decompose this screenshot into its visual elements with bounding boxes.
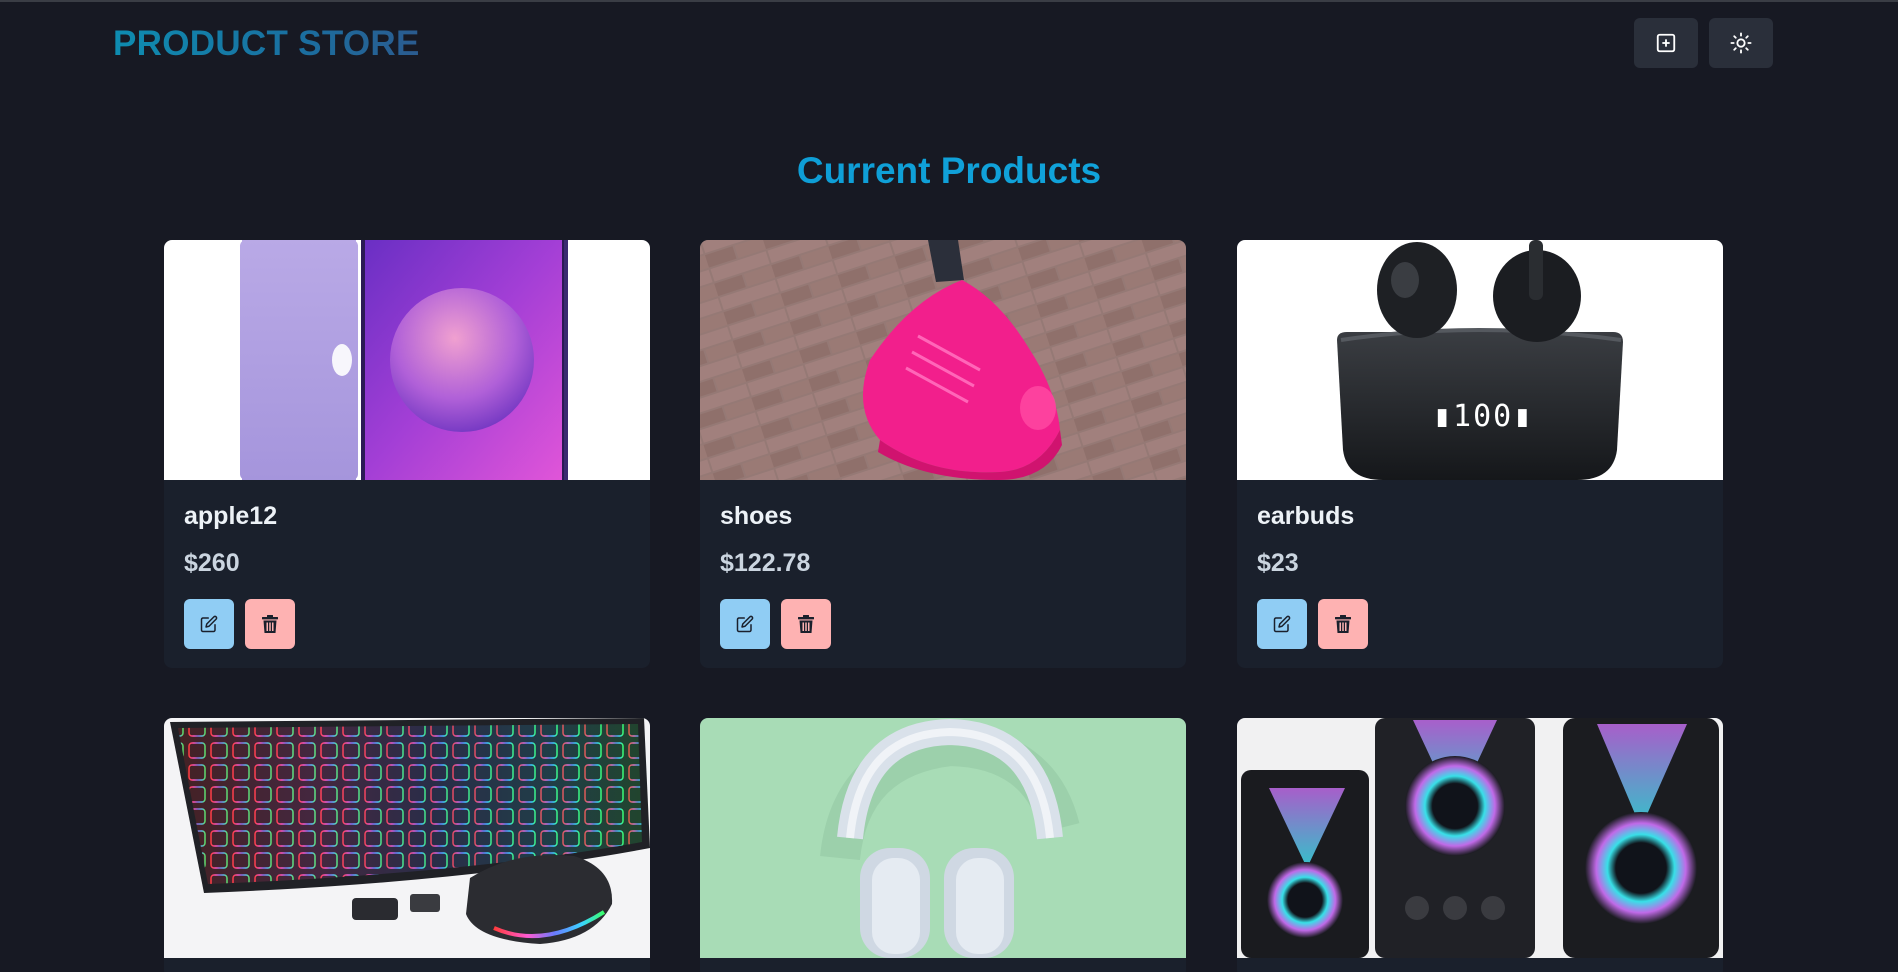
- product-name: apple12: [184, 502, 278, 530]
- product-price: $122.78: [720, 549, 811, 577]
- product-card: shoes $122.78: [700, 240, 1186, 668]
- delete-product-button[interactable]: [781, 599, 831, 649]
- product-card: [700, 718, 1186, 972]
- keyboard-image-icon: [164, 718, 650, 958]
- product-card: apple12 $260: [164, 240, 650, 668]
- product-price: $23: [1257, 549, 1299, 577]
- product-name: earbuds: [1257, 502, 1355, 530]
- edit-icon: [736, 615, 754, 633]
- sun-icon: [1730, 32, 1752, 54]
- edit-icon: [1273, 615, 1291, 633]
- headphones-image-icon: [700, 718, 1186, 958]
- plus-square-icon: [1656, 33, 1676, 53]
- edit-product-button[interactable]: [720, 599, 770, 649]
- page-title: Current Products: [0, 150, 1898, 192]
- product-image: [164, 718, 650, 958]
- product-image: [700, 240, 1186, 480]
- speakers-image-icon: [1237, 718, 1723, 958]
- product-card: [1237, 718, 1723, 972]
- trash-icon: [1335, 615, 1351, 633]
- navbar: PRODUCT STORE: [0, 2, 1898, 86]
- product-card: ▮100▮ earbuds $23: [1237, 240, 1723, 668]
- theme-toggle-button[interactable]: [1709, 18, 1773, 68]
- svg-text:▮100▮: ▮100▮: [1433, 399, 1533, 434]
- product-name: shoes: [720, 502, 793, 530]
- phone-image-icon: [164, 240, 650, 480]
- product-image: ▮100▮: [1237, 240, 1723, 480]
- delete-product-button[interactable]: [245, 599, 295, 649]
- edit-icon: [200, 615, 218, 633]
- edit-product-button[interactable]: [184, 599, 234, 649]
- product-image: [164, 240, 650, 480]
- edit-product-button[interactable]: [1257, 599, 1307, 649]
- add-product-button[interactable]: [1634, 18, 1698, 68]
- earbuds-image-icon: ▮100▮: [1237, 240, 1723, 480]
- trash-icon: [798, 615, 814, 633]
- product-price: $260: [184, 549, 240, 577]
- trash-icon: [262, 615, 278, 633]
- product-card: [164, 718, 650, 972]
- sneakers-image-icon: [700, 240, 1186, 480]
- delete-product-button[interactable]: [1318, 599, 1368, 649]
- brand-logo-text[interactable]: PRODUCT STORE: [113, 24, 420, 64]
- product-image: [1237, 718, 1723, 958]
- product-image: [700, 718, 1186, 958]
